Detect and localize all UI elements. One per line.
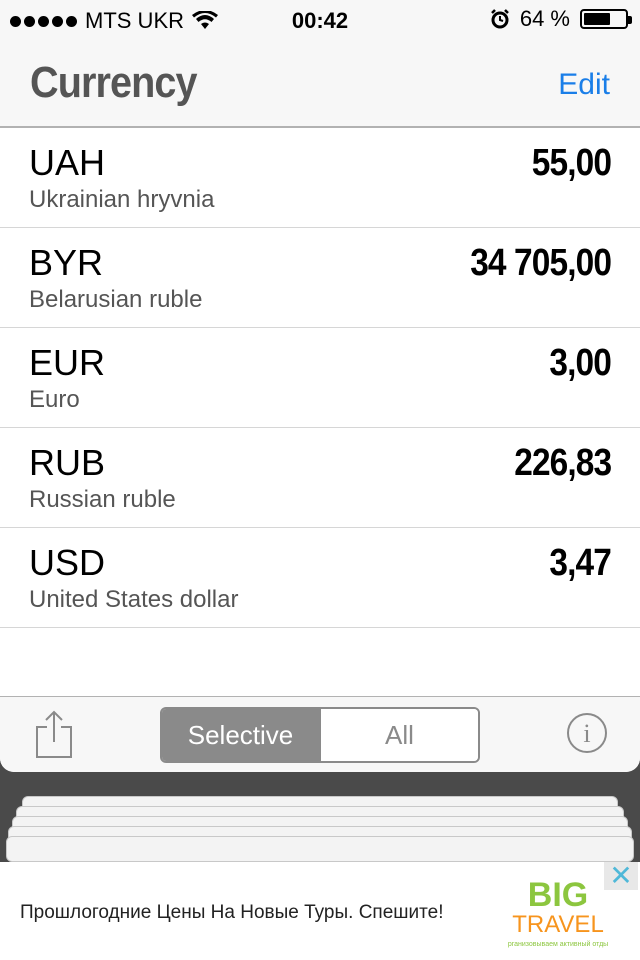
svg-text:Организовываем активный отдых!: Организовываем активный отдых! (508, 940, 608, 948)
currency-code: RUB (29, 442, 106, 483)
currency-value: 3,00 (549, 342, 611, 384)
battery-percent: 64 % (519, 6, 570, 31)
stacked-cards (0, 772, 640, 862)
mode-segmented-control: Selective All (160, 707, 480, 763)
ad-banner[interactable]: Прошлогодние Цены На Новые Туры. Спешите… (0, 862, 640, 960)
edit-button[interactable]: Edit (558, 68, 610, 102)
currency-name: United States dollar (29, 586, 239, 613)
currency-code: BYR (29, 242, 104, 283)
currency-list: UAH Ukrainian hryvnia 55,00 BYR Belarusi… (0, 128, 640, 628)
currency-code: UAH (29, 142, 106, 183)
currency-code: USD (29, 542, 106, 583)
svg-text:TRAVEL: TRAVEL (512, 911, 604, 938)
segment-selective[interactable]: Selective (162, 709, 319, 761)
currency-row-eur[interactable]: EUR Euro 3,00 (0, 328, 640, 428)
app-screen: MTS UKR 00:42 64 % Currency Edit UAH Ukr… (0, 0, 640, 772)
alarm-clock-icon (490, 9, 509, 29)
page-title: Currency (30, 58, 198, 107)
currency-value: 55,00 (531, 142, 612, 184)
share-icon[interactable] (34, 709, 74, 759)
currency-row-uah[interactable]: UAH Ukrainian hryvnia 55,00 (0, 128, 640, 228)
currency-row-byr[interactable]: BYR Belarusian ruble 34 705,00 (0, 228, 640, 328)
svg-text:BIG: BIG (528, 876, 588, 914)
currency-value: 34 705,00 (470, 242, 612, 284)
big-travel-logo: BIG TRAVEL Организовываем активный отдых… (508, 876, 608, 948)
info-icon[interactable]: i (566, 712, 608, 754)
currency-value: 226,83 (513, 442, 612, 484)
stack-card (6, 836, 634, 862)
bottom-toolbar: Selective All i (0, 696, 640, 772)
currency-name: Ukrainian hryvnia (29, 186, 215, 213)
currency-name: Russian ruble (29, 486, 176, 513)
status-right: 64 % (490, 6, 632, 32)
battery-icon (580, 9, 632, 29)
currency-row-usd[interactable]: USD United States dollar 3,47 (0, 528, 640, 628)
currency-value: 3,47 (549, 542, 611, 584)
currency-name: Belarusian ruble (29, 286, 203, 313)
currency-code: EUR (29, 342, 106, 383)
ad-text: Прошлогодние Цены На Новые Туры. Спешите… (20, 902, 444, 923)
currency-name: Euro (29, 386, 80, 413)
segment-all[interactable]: All (319, 709, 478, 761)
navigation-bar: Currency Edit (0, 40, 640, 128)
status-bar: MTS UKR 00:42 64 % (0, 0, 640, 40)
currency-row-rub[interactable]: RUB Russian ruble 226,83 (0, 428, 640, 528)
ad-close-button[interactable]: ✕ (604, 862, 638, 890)
svg-text:i: i (583, 719, 590, 748)
